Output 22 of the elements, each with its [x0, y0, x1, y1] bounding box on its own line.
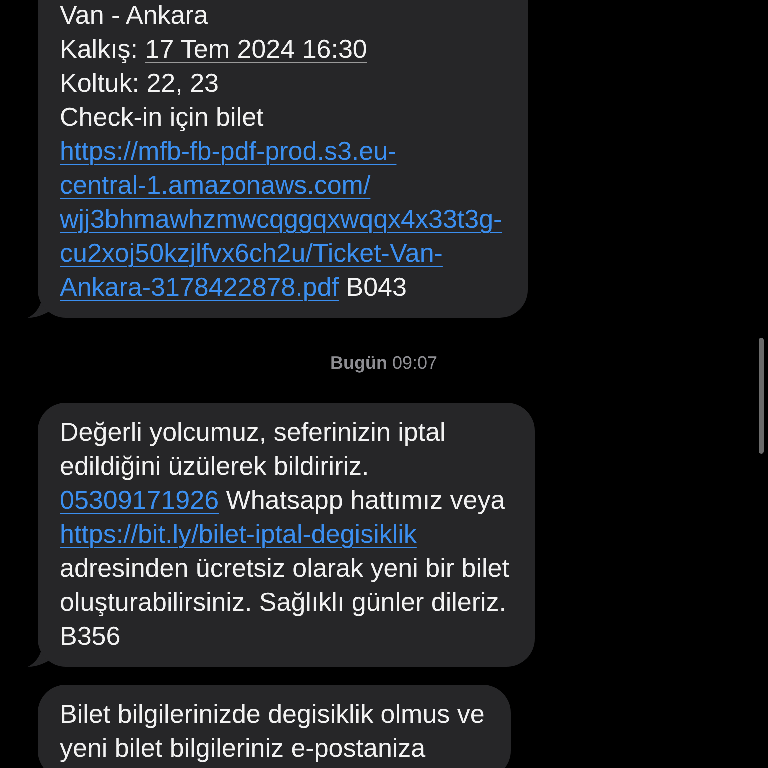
link[interactable]: https://bit.ly/bilet-iptal-degisiklik — [60, 519, 417, 549]
message-text: Kalkış: — [60, 34, 140, 64]
message-text: edildiğini üzülerek bildiririz. — [60, 451, 370, 481]
link[interactable]: https://mfb-fb-pdf-prod.s3.eu- — [60, 136, 397, 166]
link[interactable]: central-1.amazonaws.com/ — [60, 170, 371, 200]
message-text: Bilet bilgilerinizde degisiklik olmus ve — [60, 699, 485, 729]
message-text: adresinden ücretsiz olarak yeni bir bilet — [60, 553, 510, 583]
message-text: Whatsapp hattımız veya — [225, 485, 506, 515]
link[interactable]: Ankara-3178422878.pdf — [60, 272, 340, 302]
message-text: Değerli yolcumuz, seferinizin iptal — [60, 417, 446, 447]
link[interactable]: 05309171926 — [60, 485, 220, 515]
link[interactable]: wjj3bhmawhzmwcqggqxwqqx4x33t3g- — [60, 204, 502, 234]
message-text: yeni bilet bilgileriniz e-postaniza — [60, 733, 426, 763]
date-link[interactable]: 17 Tem 2024 16:30 — [145, 34, 368, 64]
message-text: B043 — [345, 272, 407, 302]
link[interactable]: cu2xoj50kzjlfvx6ch2u/Ticket-Van- — [60, 238, 443, 268]
message-text: Van - Ankara — [60, 0, 208, 30]
timestamp: Bugün 09:07 — [330, 352, 438, 375]
message-text: Check-in için bilet — [60, 102, 264, 132]
message-text: Koltuk: 22, 23 — [60, 68, 219, 98]
message-text: oluşturabilirsiniz. Sağlıklı günler dileriz. — [60, 587, 507, 617]
message-text: B356 — [60, 621, 121, 651]
